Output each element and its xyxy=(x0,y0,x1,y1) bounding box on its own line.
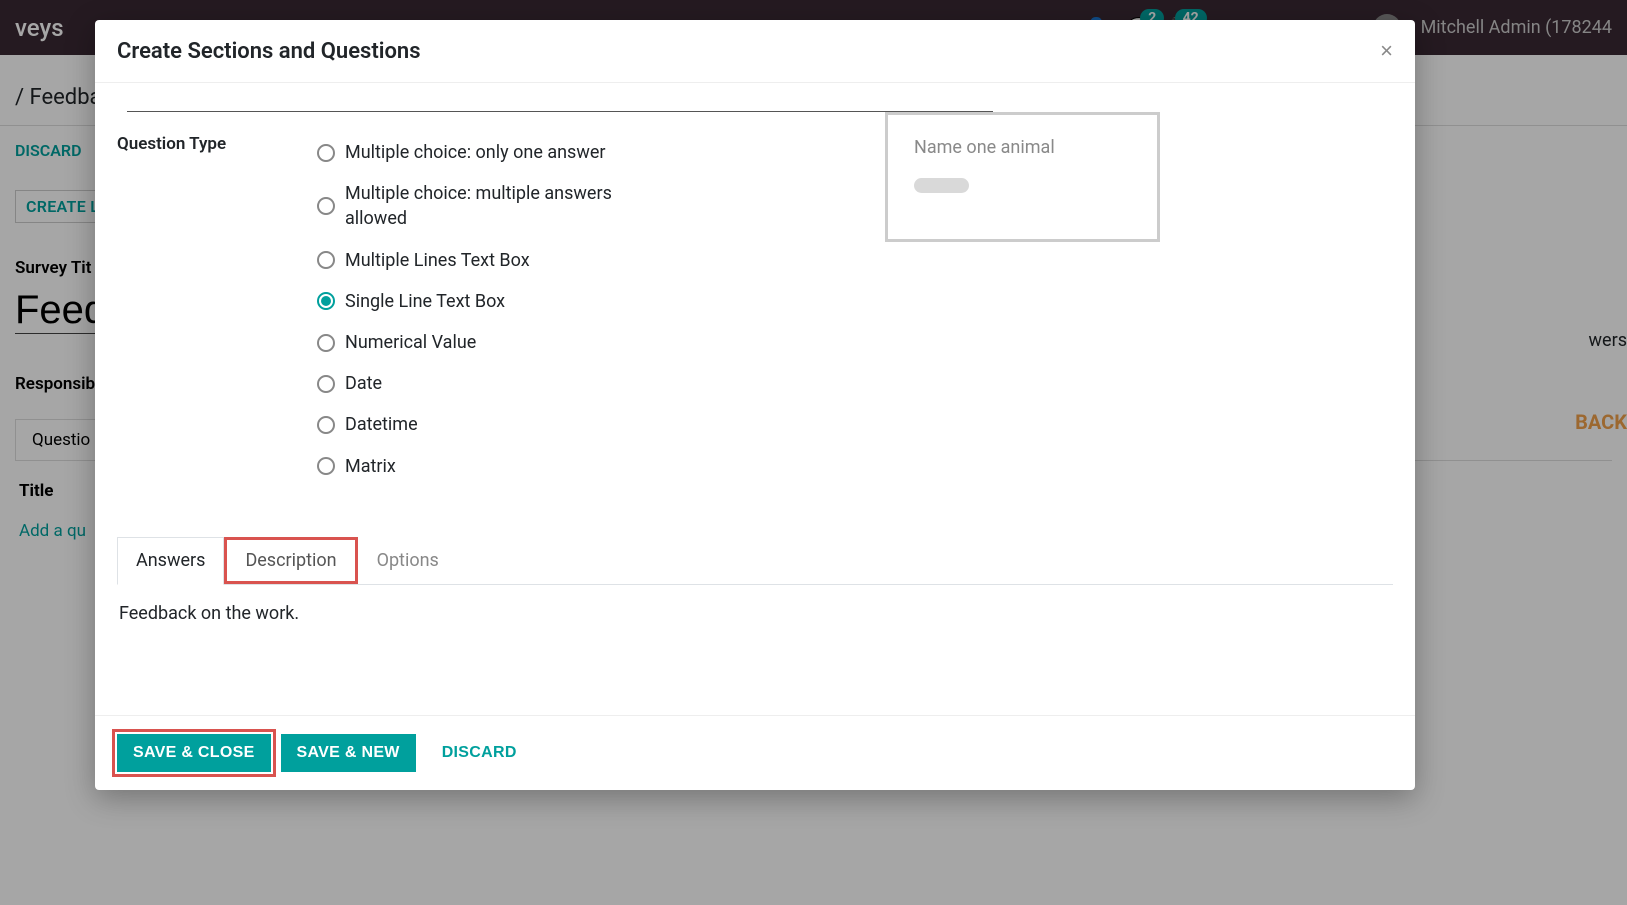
radio-label: Multiple Lines Text Box xyxy=(345,248,530,273)
save-close-button[interactable]: Save & Close xyxy=(117,734,271,772)
radio-matrix[interactable]: Matrix xyxy=(317,446,677,487)
question-tabs: Answers Description Options xyxy=(117,537,1393,585)
radio-icon xyxy=(317,144,335,162)
radio-icon xyxy=(317,457,335,475)
radio-label: Numerical Value xyxy=(345,330,476,355)
radio-icon xyxy=(317,197,335,215)
question-preview: Name one animal xyxy=(885,112,1160,242)
radio-label: Multiple choice: multiple answersallowed xyxy=(345,181,612,231)
modal-body: Name one animal Question Type Multiple c… xyxy=(95,83,1415,715)
radio-icon xyxy=(317,416,335,434)
radio-date[interactable]: Date xyxy=(317,363,677,404)
radio-label: Matrix xyxy=(345,454,396,479)
radio-icon xyxy=(317,334,335,352)
radio-label: Datetime xyxy=(345,412,418,437)
question-name-input-line[interactable] xyxy=(127,83,993,112)
radio-multiline[interactable]: Multiple Lines Text Box xyxy=(317,240,677,281)
question-type-options: Multiple choice: only one answer Multipl… xyxy=(317,132,677,487)
tab-options[interactable]: Options xyxy=(358,537,458,584)
radio-label: Multiple choice: only one answer xyxy=(345,140,606,165)
question-type-label: Question Type xyxy=(117,132,317,487)
radio-datetime[interactable]: Datetime xyxy=(317,404,677,445)
radio-numerical[interactable]: Numerical Value xyxy=(317,322,677,363)
preview-placeholder-bar xyxy=(914,178,969,193)
radio-mc-multi[interactable]: Multiple choice: multiple answersallowed xyxy=(317,173,677,239)
close-button[interactable]: × xyxy=(1380,38,1393,64)
radio-icon xyxy=(317,251,335,269)
radio-singleline[interactable]: Single Line Text Box xyxy=(317,281,677,322)
question-type-row: Question Type Multiple choice: only one … xyxy=(117,132,1393,487)
radio-label: Single Line Text Box xyxy=(345,289,505,314)
modal-dialog: Create Sections and Questions × Name one… xyxy=(95,20,1415,790)
tab-description[interactable]: Description xyxy=(224,537,357,584)
radio-icon xyxy=(317,375,335,393)
description-content[interactable]: Feedback on the work. xyxy=(117,585,1393,695)
modal-title: Create Sections and Questions xyxy=(117,39,421,64)
radio-label: Date xyxy=(345,371,382,396)
discard-button[interactable]: Discard xyxy=(426,734,533,772)
modal-header: Create Sections and Questions × xyxy=(95,20,1415,83)
radio-icon xyxy=(317,292,335,310)
modal-footer: Save & Close Save & New Discard xyxy=(95,715,1415,790)
save-new-button[interactable]: Save & New xyxy=(281,734,416,772)
tab-answers[interactable]: Answers xyxy=(117,537,224,585)
preview-label: Name one animal xyxy=(914,137,1131,158)
radio-mc-one[interactable]: Multiple choice: only one answer xyxy=(317,132,677,173)
